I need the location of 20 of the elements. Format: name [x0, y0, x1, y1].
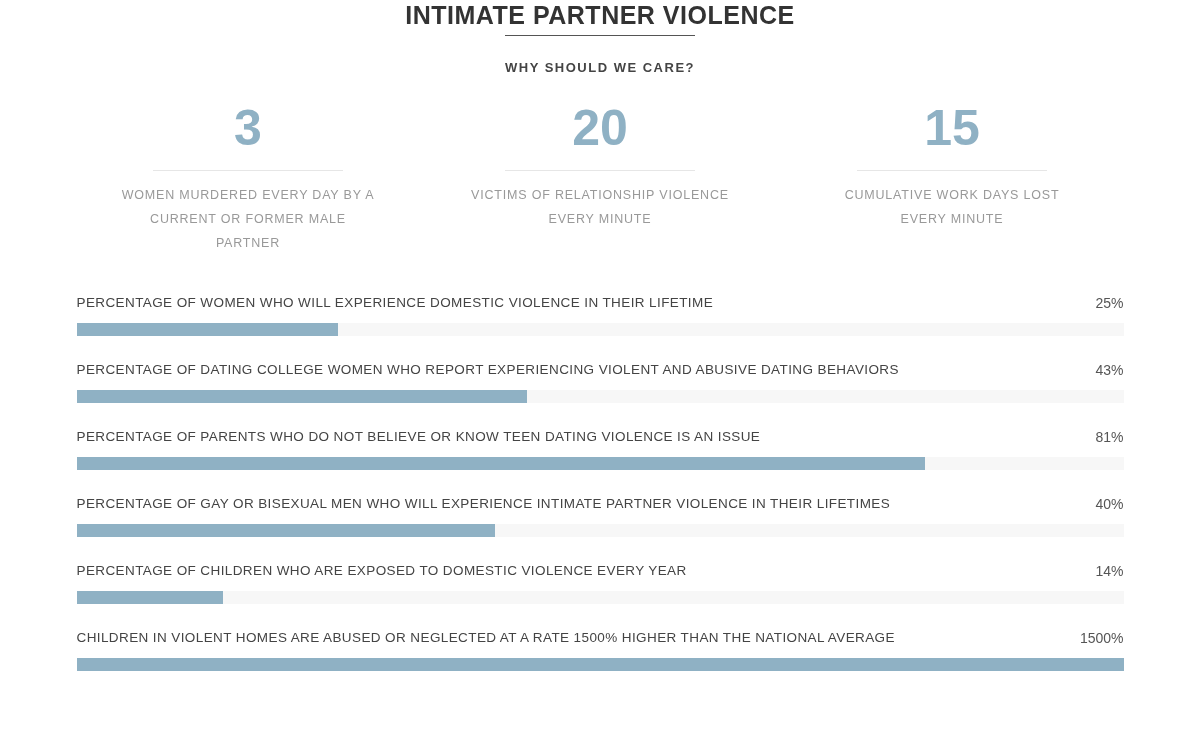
- bar-percentage: 43%: [1095, 360, 1124, 380]
- bar-label: CHILDREN IN VIOLENT HOMES ARE ABUSED OR NEGLECTED AT A RATE 1500% HIGHER THAN THE NATIONAL AVERAGE: [76, 629, 895, 648]
- stat-number: 15: [924, 98, 980, 158]
- bar-label: PERCENTAGE OF PARENTS WHO DO NOT BELIEVE OR KNOW TEEN DATING VIOLENCE IS AN ISSUE: [76, 428, 761, 447]
- page-title: INTIMATE PARTNER VIOLENCE: [405, 0, 795, 30]
- bar-percentage: 25%: [1095, 293, 1124, 313]
- stat-number: 3: [234, 98, 262, 158]
- bar-percentage: 81%: [1095, 427, 1124, 447]
- bar-percentage: 40%: [1095, 494, 1124, 514]
- bar-percentage: 1500%: [1079, 628, 1124, 648]
- bar-label: PERCENTAGE OF DATING COLLEGE WOMEN WHO REPORT EXPERIENCING VIOLENT AND ABUSIVE DATING BEHAVIORS: [76, 361, 899, 380]
- stat-description: CUMULATIVE WORK DAYS LOST EVERY MINUTE: [843, 186, 1061, 228]
- bar-label: PERCENTAGE OF CHILDREN WHO ARE EXPOSED TO DOMESTIC VIOLENCE EVERY YEAR: [76, 562, 687, 581]
- stat-description: VICTIMS OF RELATIONSHIP VIOLENCE EVERY MINUTE: [471, 186, 729, 228]
- bar-label: PERCENTAGE OF GAY OR BISEXUAL MEN WHO WILL EXPERIENCE INTIMATE PARTNER VIOLENCE IN THEIR LIFETIMES: [76, 495, 891, 514]
- stat-number: 20: [572, 98, 628, 158]
- subtitle: WHY SHOULD WE CARE?: [504, 59, 695, 77]
- stat-description: WOMEN MURDERED EVERY DAY BY A CURRENT OR FORMER MALE PARTNER: [120, 186, 376, 252]
- bar-label: PERCENTAGE OF WOMEN WHO WILL EXPERIENCE DOMESTIC VIOLENCE IN THEIR LIFETIME: [76, 294, 714, 313]
- bar-percentage: 14%: [1095, 561, 1124, 581]
